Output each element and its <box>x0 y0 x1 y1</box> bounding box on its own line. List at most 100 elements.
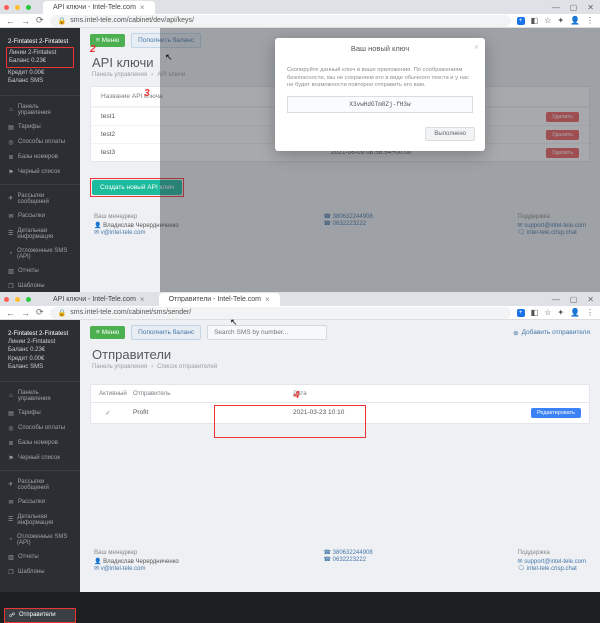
extension-icons: + ◧ ☆ ✦ 👤 ⋮ <box>517 16 594 25</box>
menu-dots-icon[interactable]: ⋮ <box>586 16 594 25</box>
close-icon[interactable]: × <box>140 3 145 12</box>
ext-gen-icon[interactable]: ◧ <box>531 16 539 25</box>
sup-chat[interactable]: 🗨 intel-tele.crisp.chat <box>518 565 586 572</box>
tmpl-icon: ❐ <box>8 569 14 576</box>
sidebar-item-blacklist[interactable]: ⚑Черный список <box>0 451 80 466</box>
search-input[interactable] <box>207 325 327 340</box>
dashboard-icon: ⌂ <box>8 393 14 399</box>
topbar: ≡ Меню Пополнить баланс ⊕ Добавить отпра… <box>80 320 600 345</box>
max-icon[interactable]: ▢ <box>570 3 578 12</box>
sidebar-item-payment[interactable]: ◎Способы оплаты <box>0 135 80 150</box>
min-dot[interactable] <box>15 5 20 10</box>
credit-row: Кредит 0.00€ <box>8 69 72 77</box>
sidebar-item-campaigns[interactable]: ✈Рассылки сообщений <box>0 475 80 495</box>
back-icon[interactable]: ← <box>6 308 15 318</box>
menu-button[interactable]: ≡ Меню <box>90 34 125 47</box>
divider <box>0 470 80 471</box>
sidebar-item-delayed[interactable]: ◔Отложенные SMS (API) <box>0 530 80 550</box>
sidebar-item-blacklist[interactable]: ⚑Черный список <box>0 165 80 180</box>
sidebar-item-delayed[interactable]: ◔Отложенные SMS (API) <box>0 244 80 264</box>
active-tab[interactable]: API ключи - Intel-Tele.com × <box>43 1 155 14</box>
avatar-icon[interactable]: 👤 <box>570 16 580 25</box>
edit-button[interactable]: Редактировать <box>531 408 581 418</box>
ext-plus-icon[interactable]: + <box>517 309 525 317</box>
sidebar-item-reports[interactable]: ▥Отчеты <box>0 264 80 279</box>
sidebar-item-numbers[interactable]: ≣Базы номеров <box>0 436 80 451</box>
sidebar-item-tariffs[interactable]: ▤Тарифы <box>0 406 80 421</box>
sidebar-item-detail[interactable]: ☰Детальная информация <box>0 224 80 244</box>
browser-window-2: API ключи - Intel-Tele.com × Отправители… <box>0 292 600 592</box>
main-panel: ≡ Меню Пополнить баланс API ключи Панель… <box>80 28 600 292</box>
forward-icon[interactable]: → <box>21 16 30 26</box>
sidebar-item-dashboard[interactable]: ⌂Панель управления <box>0 100 80 120</box>
plus-icon: ⊕ <box>513 329 518 337</box>
sidebar-item-mailings[interactable]: ✉Рассылки <box>0 209 80 224</box>
close-dot[interactable] <box>4 297 9 302</box>
sidebar-item-dashboard[interactable]: ⌂Панель управления <box>0 386 80 406</box>
back-icon[interactable]: ← <box>6 16 15 26</box>
mgr-phone[interactable]: ☎ 380632244908 <box>324 549 373 556</box>
mgr-email[interactable]: ✉ v@intel-tele.com <box>94 565 179 572</box>
menu-dots-icon[interactable]: ⋮ <box>586 308 594 317</box>
add-sender-link[interactable]: ⊕ Добавить отправителя <box>513 329 590 337</box>
sidebar-item-senders[interactable]: ☍Отправители <box>4 608 76 623</box>
active-tab[interactable]: Отправители - Intel-Tele.com × <box>159 293 280 306</box>
sidebar-item-numbers[interactable]: ≣Базы номеров <box>0 150 80 165</box>
close-icon[interactable]: × <box>140 295 145 304</box>
account-name[interactable]: 2-Fintatest 2-Fintatest <box>8 38 72 46</box>
close-icon[interactable]: × <box>265 295 270 304</box>
reload-icon[interactable]: ⟳ <box>36 307 44 318</box>
star-icon[interactable]: ☆ <box>544 308 551 317</box>
min-dot[interactable] <box>15 297 20 302</box>
sidebar-item-payment[interactable]: ◎Способы оплаты <box>0 421 80 436</box>
ext-plus-icon[interactable]: + <box>517 17 525 25</box>
sidebar-item-reports[interactable]: ▥Отчеты <box>0 550 80 565</box>
sidebar-item-campaigns[interactable]: ✈Рассылки сообщений <box>0 189 80 209</box>
crumb-1[interactable]: Панель управления <box>92 364 147 370</box>
background-tab[interactable]: API ключи - Intel-Tele.com × <box>43 293 155 306</box>
window-controls <box>4 297 31 302</box>
crumb-1[interactable]: Панель управления <box>92 72 147 78</box>
mgr-label: Ваш менеджер <box>94 549 179 556</box>
close-dot[interactable] <box>4 5 9 10</box>
url-field[interactable]: 🔒 sms.intel-tele.com/cabinet/dev/api/key… <box>50 15 511 27</box>
modal-footer: Выполнено <box>275 121 485 151</box>
max-dot[interactable] <box>26 5 31 10</box>
api-key-value[interactable]: X3vwHdGTm8Zj-fH3w <box>287 96 473 114</box>
max-icon[interactable]: ▢ <box>570 295 578 304</box>
lock-icon: 🔒 <box>58 17 67 25</box>
modal-overlay[interactable]: Ваш новый ключ × Скопируйте данный ключ … <box>160 28 600 292</box>
total-row: Баланс SMS <box>8 363 72 371</box>
account-name[interactable]: 2-Fintatest 2-Fintatest <box>8 330 72 338</box>
sidebar-item-tariffs[interactable]: ▤Тарифы <box>0 120 80 135</box>
sidebar-item-templates[interactable]: ❐Шаблоны <box>0 565 80 580</box>
puzzle-icon[interactable]: ✦ <box>557 16 564 25</box>
menu-button[interactable]: ≡ Меню <box>90 326 125 339</box>
done-button[interactable]: Выполнено <box>425 127 475 141</box>
avatar-icon[interactable]: 👤 <box>570 308 580 317</box>
url-field[interactable]: 🔒 sms.intel-tele.com/cabinet/sms/sender/ <box>50 307 511 319</box>
star-icon[interactable]: ☆ <box>544 16 551 25</box>
table-header: Активный Отправитель Дата <box>90 384 590 403</box>
active-check: ✓ <box>91 403 125 423</box>
close-icon[interactable]: × <box>474 42 479 52</box>
refill-button[interactable]: Пополнить баланс <box>131 325 201 340</box>
puzzle-icon[interactable]: ✦ <box>557 308 564 317</box>
forward-icon[interactable]: → <box>21 308 30 318</box>
min-icon[interactable]: — <box>552 295 560 304</box>
sup-email[interactable]: ✉ support@intel-tele.com <box>518 558 586 565</box>
ext-gen-icon[interactable]: ◧ <box>531 308 539 317</box>
clock-icon: ◔ <box>8 537 13 543</box>
close-icon[interactable]: ✕ <box>587 3 594 12</box>
sidebar-item-mailings[interactable]: ✉Рассылки <box>0 495 80 510</box>
reload-icon[interactable]: ⟳ <box>36 15 44 26</box>
window-icons: — ▢ ✕ <box>552 3 594 12</box>
min-icon[interactable]: — <box>552 3 560 12</box>
sidebar: 2-Fintatest 2-Fintatest Линии 2-Fintates… <box>0 320 80 592</box>
max-dot[interactable] <box>26 297 31 302</box>
close-icon[interactable]: ✕ <box>587 295 594 304</box>
mgr-phone2[interactable]: ☎ 0632223222 <box>324 556 373 563</box>
sidebar-item-detail[interactable]: ☰Детальная информация <box>0 510 80 530</box>
footer-left: Ваш менеджер 👤 Владислав Черердниченко ✉… <box>94 549 179 572</box>
divider <box>0 95 80 96</box>
